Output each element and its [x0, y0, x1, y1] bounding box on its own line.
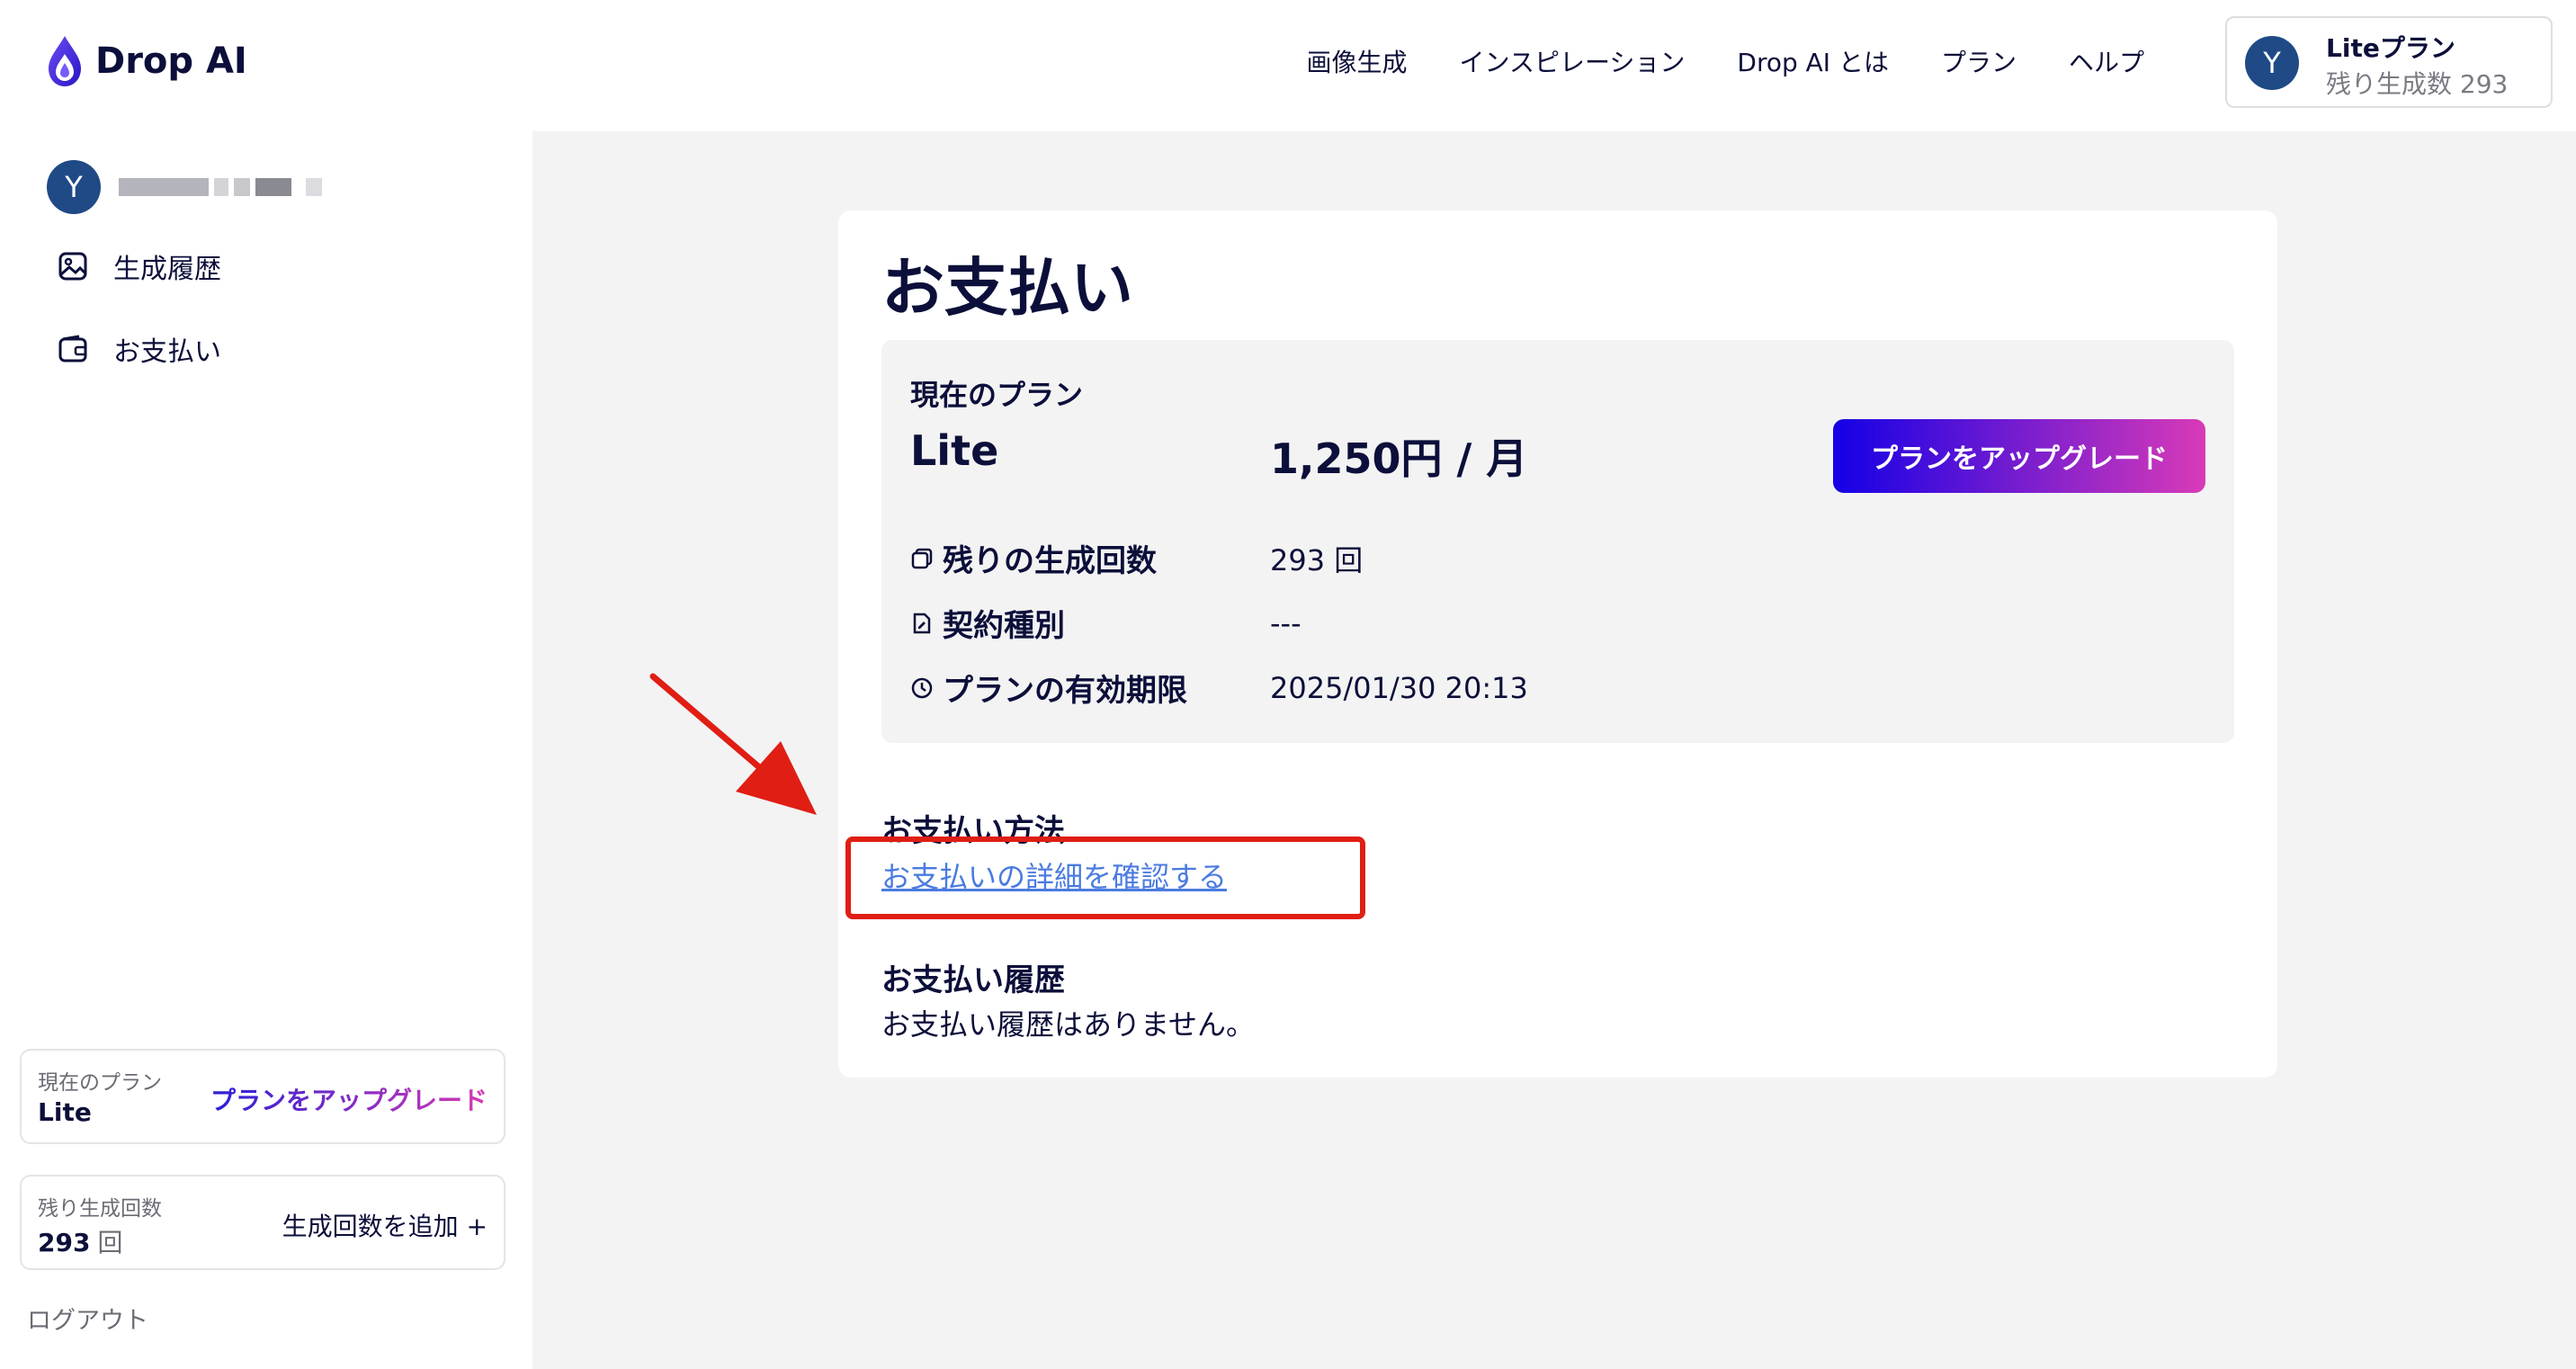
payment-history-empty: お支払い履歴はありません。: [881, 1007, 1256, 1042]
sidebar-credits-box: 残り生成回数 293 回 生成回数を追加 +: [20, 1175, 505, 1270]
sidebar-item-label: お支払い: [113, 336, 221, 368]
chip-plan-name: Liteプラン: [2326, 33, 2455, 63]
info-row-expiry: プランの有効期限 2025/01/30 20:13: [910, 666, 1528, 710]
document-icon: [913, 613, 931, 633]
plan-status-chip[interactable]: Y Liteプラン 残り生成数 293: [2225, 16, 2553, 108]
sidebar: Y 生成履歴 お支払い 現在のプラン Lite プランをアップグレード 残り生成…: [0, 131, 532, 1369]
clock-icon: [911, 677, 933, 698]
chip-remaining: 残り生成数 293: [2326, 69, 2509, 99]
page-title: お支払い: [881, 251, 1133, 325]
info-label: 残りの生成回数: [910, 536, 1270, 580]
info-label-text: 契約種別: [943, 608, 1065, 644]
current-plan-label: 現在のプラン: [910, 378, 1084, 412]
logo-text: Drop AI: [95, 40, 247, 82]
redacted-username: [119, 178, 322, 196]
plan-box-label: 現在のプラン: [38, 1071, 162, 1095]
avatar: Y: [2245, 36, 2299, 90]
credits-unit: 回: [97, 1228, 123, 1257]
info-row-contract: 契約種別 ---: [910, 601, 1301, 645]
main-nav: 画像生成 インスピレーション Drop AI とは プラン ヘルプ: [1306, 43, 2144, 79]
sidebar-upgrade-link[interactable]: プランをアップグレード: [210, 1081, 487, 1117]
drop-logo-icon: [49, 36, 81, 86]
info-value: ---: [1270, 605, 1301, 640]
nav-help[interactable]: ヘルプ: [2069, 43, 2144, 79]
payment-details-link[interactable]: お支払いの詳細を確認する: [881, 855, 1227, 896]
current-plan-panel: 現在のプラン Lite 1,250円 / 月 プランをアップグレード 残りの生成…: [881, 340, 2234, 743]
plan-name: Lite: [910, 426, 999, 475]
sidebar-item-history[interactable]: 生成履歴: [58, 246, 221, 286]
main-content: お支払い 現在のプラン Lite 1,250円 / 月 プランをアップグレード …: [532, 131, 2576, 1369]
nav-plans[interactable]: プラン: [1941, 43, 2017, 79]
upgrade-plan-button[interactable]: プランをアップグレード: [1833, 419, 2205, 493]
credits-box-label: 残り生成回数: [38, 1197, 162, 1221]
nav-image-generation[interactable]: 画像生成: [1306, 43, 1407, 79]
payment-card: お支払い 現在のプラン Lite 1,250円 / 月 プランをアップグレード …: [838, 210, 2277, 1078]
sidebar-plan-box: 現在のプラン Lite プランをアップグレード: [20, 1049, 505, 1144]
plan-box-value: Lite: [38, 1097, 92, 1127]
nav-about[interactable]: Drop AI とは: [1737, 43, 1889, 79]
plan-price: 1,250円 / 月: [1270, 434, 1528, 483]
top-header: Drop AI 画像生成 インスピレーション Drop AI とは プラン ヘル…: [0, 0, 2576, 131]
sidebar-item-payment[interactable]: お支払い: [58, 329, 221, 369]
info-label: 契約種別: [910, 601, 1270, 645]
logout-link[interactable]: ログアウト: [27, 1301, 148, 1336]
add-credits-button[interactable]: 生成回数を追加 +: [282, 1207, 487, 1243]
copy-icon: [911, 548, 933, 568]
payment-history-title: お支払い履歴: [881, 962, 1065, 998]
info-value: 293 回: [1270, 542, 1364, 577]
credits-count: 293: [38, 1228, 91, 1257]
nav-inspiration[interactable]: インスピレーション: [1460, 43, 1686, 79]
image-icon: [58, 252, 87, 281]
info-label-text: プランの有効期限: [943, 673, 1187, 709]
credits-box-value: 293 回: [38, 1223, 122, 1259]
info-row-remaining: 残りの生成回数 293 回: [910, 536, 1363, 580]
sidebar-item-label: 生成履歴: [113, 254, 221, 285]
logo[interactable]: Drop AI: [45, 34, 247, 88]
user-row[interactable]: Y: [47, 160, 322, 214]
info-label-text: 残りの生成回数: [943, 543, 1157, 579]
user-avatar: Y: [47, 160, 101, 214]
wallet-icon: [58, 335, 87, 362]
payment-method-title: お支払い方法: [881, 813, 1065, 849]
info-value: 2025/01/30 20:13: [1270, 670, 1528, 705]
info-label: プランの有効期限: [910, 666, 1270, 710]
